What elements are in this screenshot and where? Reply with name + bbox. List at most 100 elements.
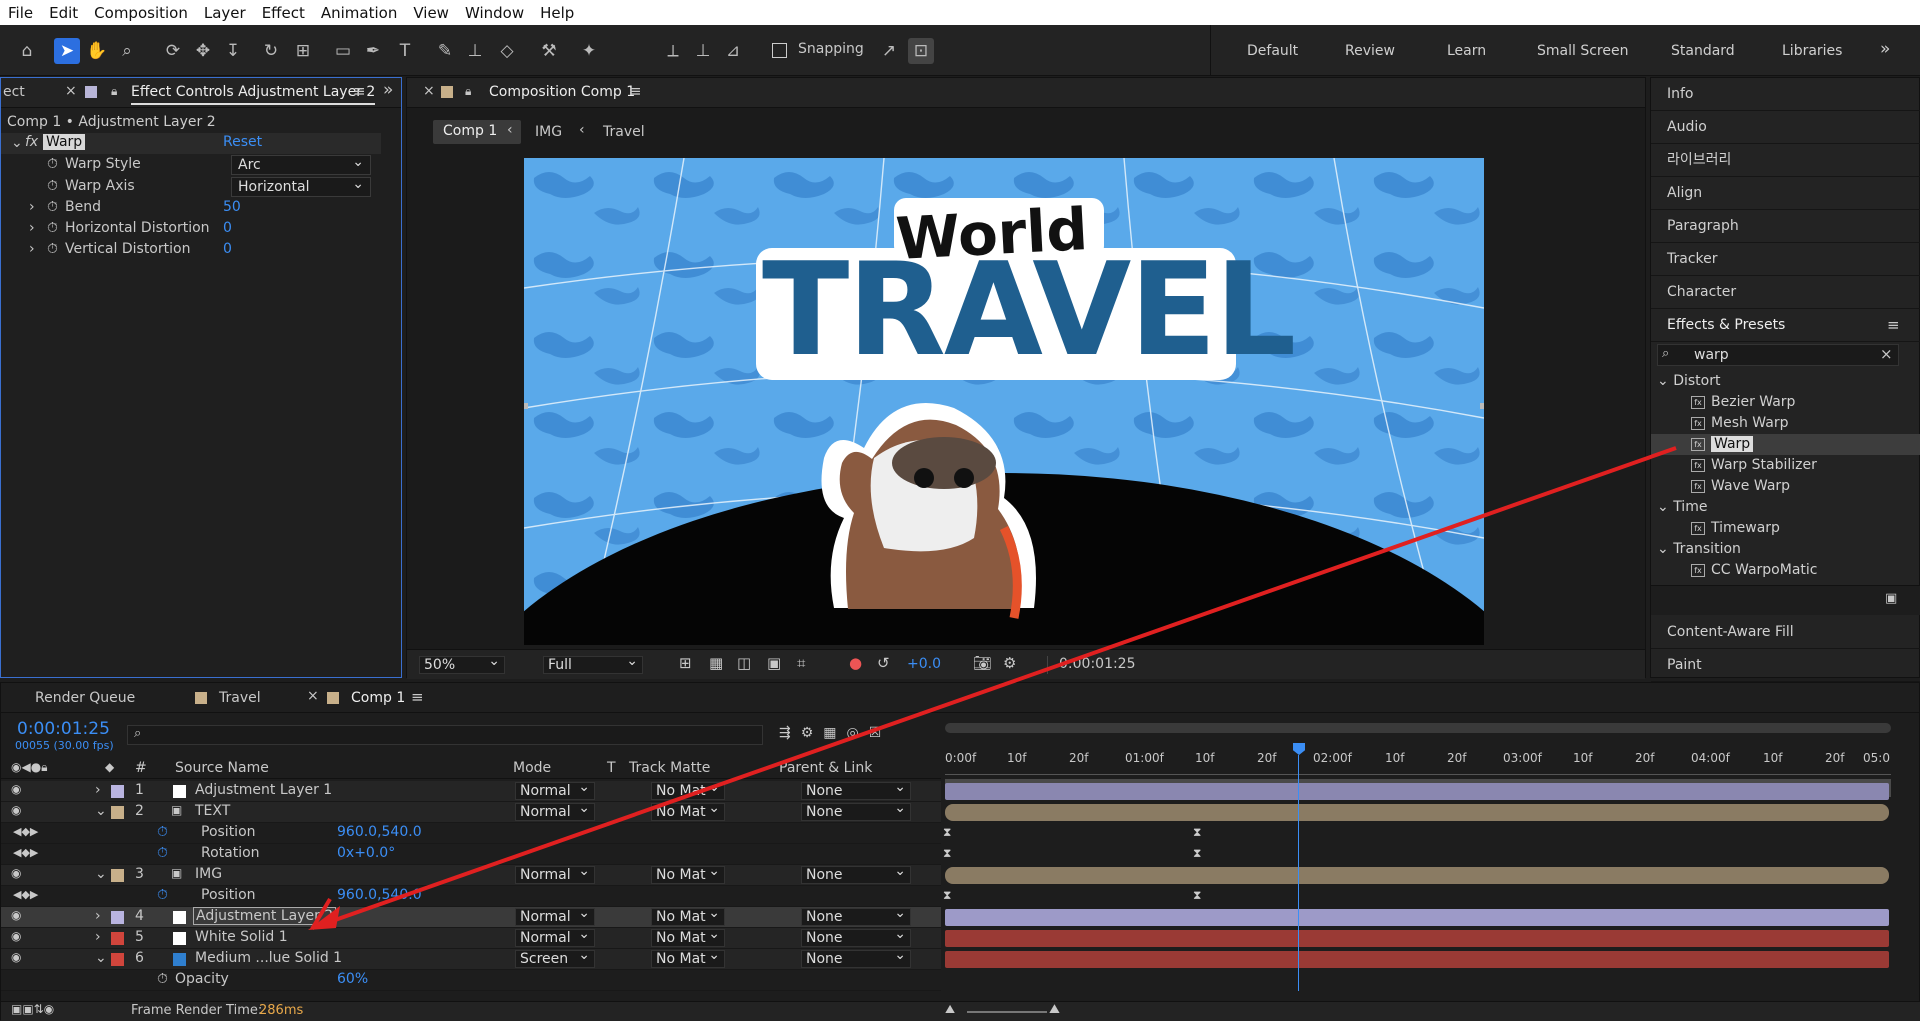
panel-paint[interactable]: Paint	[1651, 649, 1920, 682]
stopwatch-icon[interactable]: ⏱	[157, 971, 168, 987]
eye-icon[interactable]: ◉	[11, 950, 21, 964]
layer-row-4[interactable]: ◉ › 4 Adjustment Layer 2 Normal No Mat N…	[1, 905, 941, 928]
tree-group-distort[interactable]: ⌄ Distort	[1651, 371, 1920, 392]
property-row-position[interactable]: ◀◆▶ ⏱ Position 960.0,540.0	[1, 886, 941, 907]
clear-search-icon[interactable]: ×	[1880, 345, 1893, 363]
transparency-grid-icon[interactable]: ▦	[709, 654, 723, 672]
layer-label-color[interactable]	[111, 869, 124, 882]
workspace-review[interactable]: Review	[1345, 43, 1395, 59]
close-tab-icon[interactable]: ×	[307, 688, 319, 704]
layer-label-color[interactable]	[111, 932, 124, 945]
workspace-overflow-icon[interactable]: »	[1880, 39, 1890, 59]
keyframe-nav-icon[interactable]: ◀◆▶	[13, 825, 38, 838]
panel-menu-icon[interactable]: ≡	[353, 82, 366, 100]
timeline-zoom-slider[interactable]	[967, 1011, 1047, 1013]
menu-help[interactable]: Help	[532, 4, 582, 22]
timeline-timecode[interactable]: 0:00:01:25	[17, 719, 110, 739]
mode-dropdown[interactable]: Screen	[515, 947, 595, 968]
warp-style-dropdown[interactable]: Arc	[231, 153, 371, 175]
stopwatch-icon[interactable]: ⏱	[47, 220, 58, 236]
tree-item-timewarp[interactable]: fx Timewarp	[1651, 518, 1920, 539]
panel-audio[interactable]: Audio	[1651, 111, 1920, 144]
channel-icon[interactable]: ●	[849, 654, 862, 672]
workspace-default[interactable]: Default	[1247, 43, 1298, 59]
layer-search-input[interactable]: ⌕	[127, 725, 763, 745]
guides-icon[interactable]: ⌗	[797, 654, 805, 672]
tree-group-time[interactable]: ⌄ Time	[1651, 497, 1920, 518]
menu-window[interactable]: Window	[457, 4, 532, 22]
chevron-right-icon[interactable]: ›	[95, 908, 101, 924]
keyframe-nav-icon[interactable]: ◀◆▶	[13, 846, 38, 859]
panel-overflow-icon[interactable]: »	[383, 80, 393, 100]
eraser-tool-icon[interactable]: ◇	[494, 38, 520, 64]
workspace-libraries[interactable]: Libraries	[1782, 43, 1842, 59]
snapping-checkbox[interactable]	[772, 43, 787, 58]
chevron-down-icon[interactable]: ⌄	[95, 803, 107, 819]
property-value[interactable]: 0x+0.0°	[337, 845, 395, 861]
layer-bar-1[interactable]	[945, 783, 1889, 800]
layer-row-2[interactable]: ◉ ⌄ 2 ▣ TEXT Normal No Mat None	[1, 800, 941, 823]
property-value[interactable]: 60%	[337, 971, 368, 987]
panel-menu-icon[interactable]: ≡	[411, 688, 424, 706]
axis-local-icon[interactable]: ⟂	[660, 38, 686, 64]
layer-bar-5[interactable]	[945, 930, 1889, 947]
tab-render-queue[interactable]: Render Queue	[35, 690, 135, 706]
lock-icon[interactable]: 🔒︎	[111, 84, 117, 99]
menu-edit[interactable]: Edit	[41, 4, 86, 22]
zoom-dropdown[interactable]: 50%	[419, 653, 505, 674]
layer-bar-2[interactable]	[945, 804, 1889, 821]
panel-libraries[interactable]: 라이브러리	[1651, 144, 1920, 177]
axis-view-icon[interactable]: ⊿	[720, 38, 746, 64]
parent-dropdown[interactable]: None	[801, 905, 911, 926]
stopwatch-icon[interactable]: ⏱	[157, 824, 168, 840]
chevron-right-icon[interactable]: ›	[29, 241, 35, 257]
header-source-name[interactable]: Source Name	[175, 760, 269, 776]
mask-visibility-icon[interactable]: ◫	[737, 654, 751, 672]
track-matte-dropdown[interactable]: No Mat	[651, 863, 725, 884]
tab-travel[interactable]: Travel	[219, 690, 261, 706]
parent-dropdown[interactable]: None	[801, 779, 911, 800]
keyframe-marker[interactable]: ⧗	[943, 888, 951, 903]
parent-dropdown[interactable]: None	[801, 863, 911, 884]
layer-bar-4[interactable]	[945, 909, 1889, 926]
type-tool-icon[interactable]: T	[392, 38, 418, 64]
layer-bar-3[interactable]	[945, 867, 1889, 884]
brush-tool-icon[interactable]: ✎	[432, 38, 458, 64]
track-matte-dropdown[interactable]: No Mat	[651, 779, 725, 800]
workspace-standard[interactable]: Standard	[1671, 43, 1735, 59]
crumb-travel[interactable]: Travel	[603, 124, 645, 140]
parent-dropdown[interactable]: None	[801, 947, 911, 968]
tab-project-partial[interactable]: ect	[3, 84, 25, 100]
eye-icon[interactable]: ◉	[11, 929, 21, 943]
time-ruler[interactable]: 0:00f 10f 20f 01:00f 10f 20f 02:00f 10f …	[945, 739, 1891, 775]
pan-tool-icon[interactable]: ✥	[190, 38, 216, 64]
layer-label-color[interactable]	[111, 785, 124, 798]
property-value[interactable]: 960.0,540.0	[337, 824, 422, 840]
lock-icon[interactable]: 🔒︎	[465, 84, 471, 99]
keyframe-marker[interactable]: ⧗	[1193, 846, 1201, 861]
layer-name[interactable]: Adjustment Layer 1	[195, 782, 332, 798]
chevron-down-icon[interactable]: ⌄	[95, 866, 107, 882]
resolution-dropdown[interactable]: Full	[543, 653, 643, 674]
chevron-down-icon[interactable]: ⌄	[11, 135, 23, 151]
panel-menu-icon[interactable]: ≡	[1887, 316, 1900, 334]
snapshot-icon[interactable]: 📷︎	[973, 654, 992, 672]
pen-tool-icon[interactable]: ✒	[360, 38, 386, 64]
panel-align[interactable]: Align	[1651, 177, 1920, 210]
orbit-tool-icon[interactable]: ⟳	[160, 38, 186, 64]
close-tab-icon[interactable]: ×	[423, 83, 435, 99]
keyframe-marker[interactable]: ⧗	[1193, 888, 1201, 903]
panel-character[interactable]: Character	[1651, 276, 1920, 309]
mode-dropdown[interactable]: Normal	[515, 905, 595, 926]
viewer-timecode[interactable]: 0:00:01:25	[1059, 656, 1136, 672]
panel-paragraph[interactable]: Paragraph	[1651, 210, 1920, 243]
chevron-right-icon[interactable]: ›	[95, 929, 101, 945]
fast-preview-icon[interactable]: ⊞	[679, 654, 692, 672]
stopwatch-icon[interactable]: ⏱	[47, 241, 58, 257]
tree-group-transition[interactable]: ⌄ Transition	[1651, 539, 1920, 560]
tree-item-bezier-warp[interactable]: fx Bezier Warp	[1651, 392, 1920, 413]
effects-search-input[interactable]: ⌕ warp ×	[1657, 344, 1899, 366]
roto-brush-icon[interactable]: ⚒	[536, 38, 562, 64]
mode-dropdown[interactable]: Normal	[515, 863, 595, 884]
composition-viewer[interactable]: World TRAVEL	[524, 158, 1484, 645]
